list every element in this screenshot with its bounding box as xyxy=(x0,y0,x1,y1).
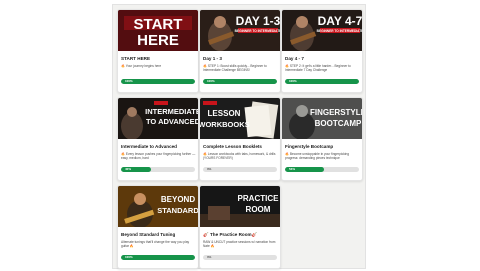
thumbnail-text: START xyxy=(134,16,183,33)
course-title[interactable]: START HERE xyxy=(121,56,195,61)
course-title[interactable]: Complete Lesson Booklets xyxy=(203,144,277,149)
course-card[interactable]: START HERE START HERE 🔥 Your journey beg… xyxy=(117,9,199,93)
course-grid: START HERE START HERE 🔥 Your journey beg… xyxy=(112,4,366,269)
svg-text:BEGINNER TO INTERMEDIATE: BEGINNER TO INTERMEDIATE xyxy=(235,29,280,33)
course-description: 🔥 STEP 1: Boost skills quickly... Beginn… xyxy=(203,64,267,73)
svg-text:DAY 4-7: DAY 4-7 xyxy=(318,14,362,28)
progress-label: 100% xyxy=(125,79,133,83)
svg-text:BEYOND: BEYOND xyxy=(161,195,195,204)
course-thumbnail[interactable]: BEYOND STANDARD xyxy=(118,186,198,227)
course-thumbnail[interactable]: FINGERSTYLE BOOTCAMP xyxy=(282,98,362,139)
course-description: 🔥 Your journey begins here xyxy=(121,64,162,68)
course-thumbnail[interactable]: INTERMEDIATE TO ADVANCED xyxy=(118,98,198,139)
progress-bar: 100% xyxy=(203,79,277,84)
progress-label: 0% xyxy=(207,255,212,259)
progress-bar: 53% xyxy=(285,167,359,172)
svg-text:ROOM: ROOM xyxy=(246,205,271,214)
course-card[interactable]: LESSON WORKBOOKS Complete Lesson Booklet… xyxy=(199,97,281,181)
course-card[interactable]: DAY 1-3 BEGINNER TO INTERMEDIATE Day 1 -… xyxy=(199,9,281,93)
course-title[interactable]: 🎸 The Practice Room🎸 xyxy=(203,232,277,238)
course-title[interactable]: Intermediate to Advanced xyxy=(121,144,195,149)
svg-text:DAY 1-3: DAY 1-3 xyxy=(236,14,280,28)
svg-text:FINGERSTYLE: FINGERSTYLE xyxy=(310,108,362,117)
course-thumbnail[interactable]: START HERE xyxy=(118,10,198,51)
progress-label: 40% xyxy=(125,167,132,171)
svg-text:BOOTCAMP: BOOTCAMP xyxy=(315,119,362,128)
course-description: 🔥 Every lesson pushes your fingerpicking… xyxy=(121,152,196,161)
svg-text:BEGINNER TO INTERMEDIATE: BEGINNER TO INTERMEDIATE xyxy=(317,29,362,33)
course-thumbnail[interactable]: DAY 4-7 BEGINNER TO INTERMEDIATE xyxy=(282,10,362,51)
progress-bar: 0% xyxy=(203,255,277,260)
course-card[interactable]: PRACTICE ROOM 🎸 The Practice Room🎸 RAW &… xyxy=(199,185,281,269)
course-card[interactable]: BEYOND STANDARD Beyond Standard Tuning A… xyxy=(117,185,199,269)
svg-text:PRACTICE: PRACTICE xyxy=(238,194,280,203)
progress-label: 0% xyxy=(207,167,212,171)
svg-text:WORKBOOKS: WORKBOOKS xyxy=(200,120,250,129)
course-description: 🔥 STEP 2: It get's a little harder... Be… xyxy=(285,64,351,73)
progress-bar: 100% xyxy=(121,255,195,260)
course-title[interactable]: Beyond Standard Tuning xyxy=(121,232,195,237)
svg-text:TO ADVANCED: TO ADVANCED xyxy=(146,117,198,126)
course-description: RAW & UNCUT practice sessions w/ narrati… xyxy=(203,240,276,249)
progress-bar: 0% xyxy=(203,167,277,172)
progress-label: 100% xyxy=(125,255,133,259)
svg-text:HERE: HERE xyxy=(137,32,179,49)
course-card[interactable]: FINGERSTYLE BOOTCAMP Fingerstyle Bootcam… xyxy=(281,97,363,181)
course-description: Alternate tunings that'll change the way… xyxy=(121,240,190,249)
course-description: 🔥 Become unstoppable in your fingerpicki… xyxy=(285,152,350,161)
course-thumbnail[interactable]: LESSON WORKBOOKS xyxy=(200,98,280,139)
progress-label: 53% xyxy=(289,167,296,171)
progress-label: 100% xyxy=(207,79,215,83)
svg-text:INTERMEDIATE: INTERMEDIATE xyxy=(145,107,198,116)
progress-label: 100% xyxy=(289,79,297,83)
course-description: 🔥 Lesson workbooks with tabs, homework, … xyxy=(203,152,276,161)
course-card[interactable]: INTERMEDIATE TO ADVANCED Intermediate to… xyxy=(117,97,199,181)
course-title[interactable]: Day 4 - 7 xyxy=(285,56,359,61)
course-title[interactable]: Day 1 - 3 xyxy=(203,56,277,61)
course-thumbnail[interactable]: PRACTICE ROOM xyxy=(200,186,280,227)
progress-bar: 100% xyxy=(121,79,195,84)
progress-bar: 100% xyxy=(285,79,359,84)
course-title[interactable]: Fingerstyle Bootcamp xyxy=(285,144,359,149)
progress-bar: 40% xyxy=(121,167,195,172)
course-card[interactable]: DAY 4-7 BEGINNER TO INTERMEDIATE Day 4 -… xyxy=(281,9,363,93)
course-thumbnail[interactable]: DAY 1-3 BEGINNER TO INTERMEDIATE xyxy=(200,10,280,51)
svg-text:LESSON: LESSON xyxy=(208,109,241,118)
svg-text:STANDARD: STANDARD xyxy=(157,206,198,215)
